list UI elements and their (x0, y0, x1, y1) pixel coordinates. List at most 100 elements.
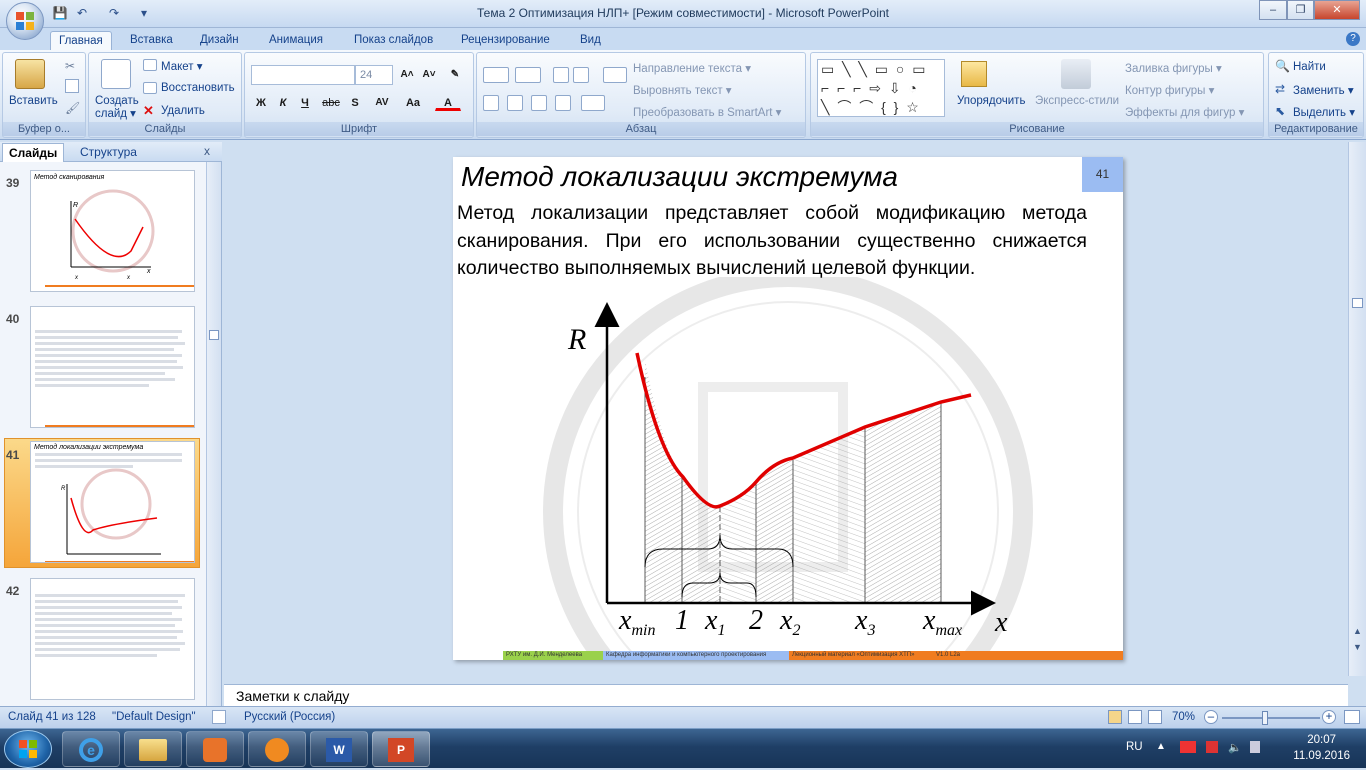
bold-button[interactable]: Ж (251, 93, 271, 111)
close-button[interactable]: ✕ (1314, 0, 1360, 20)
tab-outline[interactable]: Структура (74, 143, 143, 162)
tray-expand-icon[interactable]: ▲ (1156, 741, 1166, 752)
numbering-icon[interactable] (515, 67, 541, 83)
normal-view-icon[interactable] (1108, 710, 1122, 724)
delete-slide-button[interactable]: Удалить (161, 105, 205, 117)
slide-canvas[interactable]: 41 Метод локализации экстремума Метод ло… (453, 157, 1123, 660)
language-indicator[interactable]: Русский (Россия) (244, 711, 335, 723)
input-language[interactable]: RU (1126, 741, 1143, 753)
slideshow-view-icon[interactable] (1148, 710, 1162, 724)
decrease-indent-icon[interactable] (553, 67, 569, 83)
justify-icon[interactable] (555, 95, 571, 111)
volume-icon[interactable]: 🔈 (1228, 741, 1242, 754)
zoom-slider-thumb[interactable] (1262, 711, 1268, 725)
fit-to-window-icon[interactable] (1344, 710, 1360, 724)
paste-button[interactable]: Вставить (9, 95, 58, 107)
notes-pane[interactable]: Заметки к слайду (224, 684, 1348, 706)
replace-button[interactable]: Заменить ▾ (1293, 83, 1354, 97)
redo-icon[interactable]: ↷ (106, 5, 122, 21)
tab-view[interactable]: Вид (572, 31, 609, 50)
tab-insert[interactable]: Вставка (122, 31, 181, 50)
network-icon[interactable] (1180, 741, 1196, 753)
change-case-button[interactable]: Aa (401, 93, 425, 111)
theme-name[interactable]: "Default Design" (112, 711, 196, 723)
smartart-button[interactable]: Преобразовать в SmartArt ▾ (633, 105, 781, 119)
ie-taskbar-icon[interactable]: e (62, 731, 120, 767)
tab-slides[interactable]: Слайды (2, 143, 65, 162)
office-button[interactable] (6, 2, 44, 40)
shape-fill-button[interactable]: Заливка фигуры ▾ (1125, 61, 1222, 75)
quick-styles-button[interactable]: Экспресс-стили (1035, 95, 1119, 107)
system-clock[interactable]: 20:07 11.09.2016 (1293, 732, 1350, 764)
explorer-taskbar-icon[interactable] (124, 731, 182, 767)
arrange-button[interactable]: Упорядочить (957, 95, 1025, 107)
italic-button[interactable]: К (273, 93, 293, 111)
slide-thumb-39[interactable]: Метод сканирования R x x x (30, 170, 195, 292)
spellcheck-icon[interactable] (212, 710, 226, 724)
close-pane-icon[interactable]: x (204, 144, 210, 158)
char-spacing-button[interactable]: AV (369, 93, 395, 111)
tab-design[interactable]: Дизайн (192, 31, 247, 50)
thumbs-scrollbar[interactable] (206, 162, 221, 706)
shapes-gallery[interactable]: ▭ ╲ ╲ ▭ ○ ▭ ⌐ ⌐ ⌐ ⇨ ⇩ ◔ ╲ ⌒ ⌒ { } ☆ (817, 59, 945, 117)
cut-icon[interactable]: ✂ (65, 59, 79, 73)
start-button[interactable] (4, 730, 52, 768)
align-left-icon[interactable] (483, 95, 499, 111)
bullets-icon[interactable] (483, 67, 509, 83)
zoom-slider[interactable] (1222, 717, 1320, 719)
shape-effects-button[interactable]: Эффекты для фигур ▾ (1125, 105, 1244, 119)
power-icon[interactable] (1250, 741, 1260, 753)
save-icon[interactable]: 💾 (52, 5, 68, 21)
quick-styles-icon[interactable] (1061, 59, 1091, 89)
select-button[interactable]: Выделить ▾ (1293, 105, 1355, 119)
tab-home[interactable]: Главная (50, 31, 112, 50)
new-slide-button[interactable]: Создать слайд ▾ (95, 95, 141, 121)
layout-button[interactable]: Макет ▾ (161, 59, 203, 73)
zoom-level[interactable]: 70% (1172, 711, 1195, 723)
align-right-icon[interactable] (531, 95, 547, 111)
word-taskbar-icon[interactable]: W (310, 731, 368, 767)
next-slide-icon[interactable]: ▼ (1353, 642, 1362, 652)
minimize-button[interactable]: – (1259, 0, 1287, 20)
zoom-in-icon[interactable]: + (1322, 710, 1336, 724)
powerpoint-taskbar-icon[interactable]: P (372, 731, 430, 767)
shrink-font-icon[interactable]: A˅ (419, 65, 439, 83)
paste-icon[interactable] (15, 59, 45, 89)
arrange-icon[interactable] (961, 61, 987, 87)
shadow-button[interactable]: S (345, 93, 365, 111)
slide-body-text[interactable]: Метод локализации представляет собой мод… (457, 200, 1087, 283)
tab-review[interactable]: Рецензирование (453, 31, 558, 50)
increase-indent-icon[interactable] (573, 67, 589, 83)
editor-scrollbar[interactable]: ▲ ▼ (1348, 142, 1366, 676)
align-text-button[interactable]: Выровнять текст ▾ (633, 83, 732, 97)
prev-slide-icon[interactable]: ▲ (1353, 626, 1362, 636)
slide-thumb-40[interactable] (30, 306, 195, 428)
slide-title[interactable]: Метод локализации экстремума (461, 161, 898, 193)
clear-format-icon[interactable]: ✎ (445, 65, 465, 83)
tab-slideshow[interactable]: Показ слайдов (346, 31, 441, 50)
strike-button[interactable]: abc (319, 93, 343, 111)
tab-animation[interactable]: Анимация (261, 31, 331, 50)
shape-outline-button[interactable]: Контур фигуры ▾ (1125, 83, 1214, 97)
media-player-taskbar-icon[interactable] (248, 731, 306, 767)
scroll-thumb[interactable] (209, 330, 219, 340)
customize-toolbar-icon[interactable]: ▾ (136, 5, 152, 21)
new-slide-icon[interactable] (101, 59, 131, 89)
align-center-icon[interactable] (507, 95, 523, 111)
underline-button[interactable]: Ч (295, 93, 315, 111)
line-spacing-icon[interactable] (603, 67, 627, 83)
undo-icon[interactable]: ↶ (74, 5, 90, 21)
help-icon[interactable]: ? (1346, 32, 1360, 46)
find-button[interactable]: Найти (1293, 61, 1326, 73)
app-eye-taskbar-icon[interactable] (186, 731, 244, 767)
slide-sorter-icon[interactable] (1128, 710, 1142, 724)
text-direction-button[interactable]: Направление текста ▾ (633, 61, 751, 75)
font-size-combo[interactable]: 24 (355, 65, 393, 85)
scroll-thumb[interactable] (1352, 298, 1363, 308)
slide-thumb-41[interactable]: Метод локализации экстремума R (30, 441, 195, 563)
grow-font-icon[interactable]: A˄ (397, 65, 417, 83)
zoom-out-icon[interactable]: – (1204, 710, 1218, 724)
format-painter-icon[interactable]: 🖌 (65, 101, 80, 115)
font-color-button[interactable]: A (435, 93, 461, 111)
reset-button[interactable]: Восстановить (161, 82, 235, 94)
